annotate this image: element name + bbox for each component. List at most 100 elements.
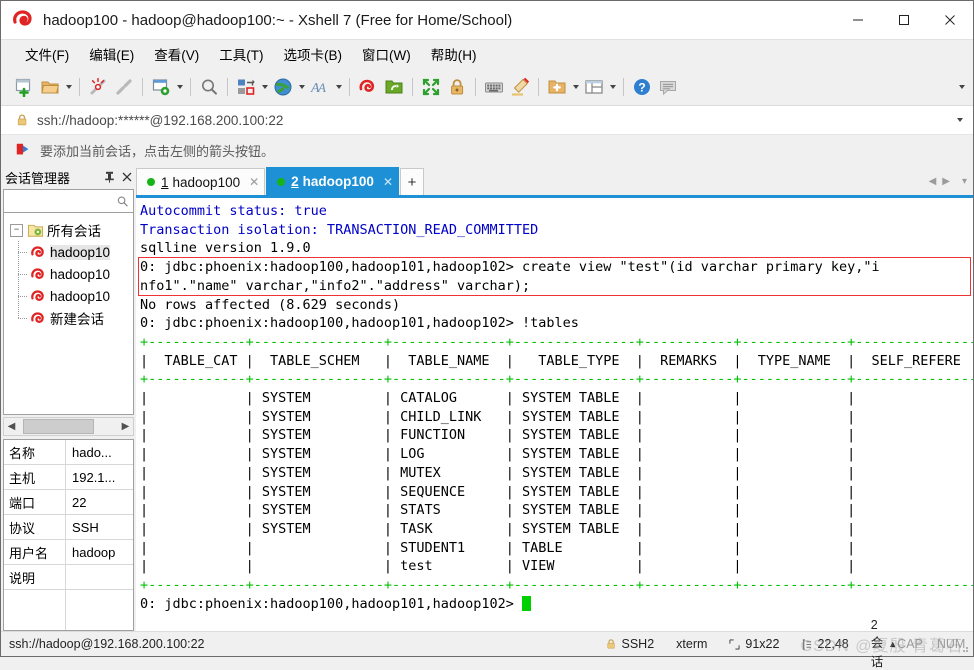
main-body: 会话管理器 − 所有会话 hadoop10 hadoop10 hadoop10 … <box>1 165 973 631</box>
menu-file[interactable]: 文件(F) <box>15 41 79 67</box>
close-button[interactable] <box>927 1 973 39</box>
xshell-session-icon <box>31 245 44 257</box>
transfer-file-caret[interactable] <box>259 75 270 99</box>
tree-branch <box>18 274 27 275</box>
new-tab-button[interactable]: + <box>400 168 424 195</box>
pin-icon[interactable] <box>100 168 118 186</box>
layout-icon[interactable] <box>581 74 607 100</box>
session-tree[interactable]: − 所有会话 hadoop10 hadoop10 hadoop10 新建会话 <box>3 213 134 415</box>
session-item-hadoop100[interactable]: hadoop10 <box>4 241 133 263</box>
xshell-icon[interactable] <box>355 74 381 100</box>
status-cursor: 22,48 <box>801 637 849 651</box>
add-folder-icon[interactable] <box>544 74 570 100</box>
tab-next-icon[interactable]: ▶ <box>942 176 950 187</box>
menu-window[interactable]: 窗口(W) <box>352 41 421 67</box>
add-folder-caret[interactable] <box>570 75 581 99</box>
tab-close-icon[interactable]: ✕ <box>383 175 393 189</box>
session-properties-icon[interactable] <box>148 74 174 100</box>
session-item-new[interactable]: 新建会话 <box>4 307 133 329</box>
xftp-icon[interactable] <box>381 74 407 100</box>
hscroll-right-button[interactable]: ▶ <box>118 418 133 435</box>
minimize-button[interactable] <box>835 1 881 39</box>
connection-status-dot <box>147 178 155 186</box>
status-protocol: SSH2 <box>621 637 655 651</box>
property-key: 用户名 <box>4 540 66 564</box>
globe-icon[interactable] <box>270 74 296 100</box>
menu-help[interactable]: 帮助(H) <box>421 41 487 67</box>
help-icon[interactable]: ? <box>629 74 655 100</box>
toolbar-overflow-caret[interactable] <box>956 75 967 99</box>
tab-2-hadoop100[interactable]: 2 hadoop100 ✕ <box>266 167 399 195</box>
title-bar: hadoop100 - hadoop@hadoop100:~ - Xshell … <box>1 1 973 40</box>
tree-line <box>18 307 19 318</box>
reconnect-icon[interactable] <box>111 74 137 100</box>
xshell-window: hadoop100 - hadoop@hadoop100:~ - Xshell … <box>0 0 974 669</box>
fullscreen-icon[interactable] <box>418 74 444 100</box>
tab-menu-icon[interactable]: ▾ <box>962 176 967 187</box>
session-item-hadoop101[interactable]: hadoop10 <box>4 263 133 285</box>
new-session-icon[interactable] <box>11 74 37 100</box>
terminal-line: | | SYSTEM | SEQUENCE | SYSTEM TABLE | |… <box>140 483 973 500</box>
toolbar-separator <box>190 78 191 96</box>
maximize-button[interactable] <box>881 1 927 39</box>
session-manager-header: 会话管理器 <box>1 165 136 189</box>
status-bar: ssh://hadoop@192.168.200.100:22 SSH2 xte… <box>1 618 973 669</box>
keyboard-icon[interactable] <box>481 74 507 100</box>
transfer-file-icon[interactable] <box>233 74 259 100</box>
session-search-box[interactable] <box>3 189 134 213</box>
property-value: hadoop <box>72 544 116 560</box>
open-folder-icon[interactable] <box>37 74 63 100</box>
toolbar-separator <box>475 78 476 96</box>
status-sessions-label: 2 会话 <box>870 618 884 669</box>
terminal-output[interactable]: Autocommit status: true Transaction isola… <box>136 198 973 631</box>
layout-caret[interactable] <box>607 75 618 99</box>
tab-close-icon[interactable]: ✕ <box>249 175 259 189</box>
tab-1-hadoop100[interactable]: 1 hadoop100 ✕ <box>136 168 266 195</box>
xshell-session-icon <box>31 289 44 301</box>
status-sessions-caret[interactable]: ▲ <box>888 639 897 649</box>
terminal-prompt: 0: jdbc:phoenix:hadoop100,hadoop101,hado… <box>140 595 523 612</box>
address-dropdown-caret[interactable] <box>954 108 965 132</box>
address-value[interactable]: ssh://hadoop:******@192.168.200.100:22 <box>37 113 283 128</box>
lock-icon[interactable] <box>444 74 470 100</box>
font-icon[interactable]: A A <box>307 74 333 100</box>
status-connection: ssh://hadoop@192.168.200.100:22 <box>9 637 205 651</box>
address-bar[interactable]: ssh://hadoop:******@192.168.200.100:22 <box>1 106 973 135</box>
status-sessions[interactable]: 2 会话 ▲ <box>871 618 897 670</box>
tab-prev-icon[interactable]: ◀ <box>929 176 937 187</box>
property-key: 协议 <box>4 515 66 539</box>
session-properties-caret[interactable] <box>174 75 185 99</box>
menu-tools[interactable]: 工具(T) <box>209 41 273 67</box>
hscroll-left-button[interactable]: ◀ <box>4 418 19 435</box>
property-key: 主机 <box>4 465 66 489</box>
terminal-line: | TABLE_CAT | TABLE_SCHEM | TABLE_NAME |… <box>140 352 973 369</box>
globe-caret[interactable] <box>296 75 307 99</box>
terminal-line: | | SYSTEM | TASK | SYSTEM TABLE | | | | <box>140 520 973 537</box>
hscroll-track[interactable] <box>19 418 118 435</box>
xshell-session-icon <box>31 311 44 323</box>
status-cursor-value: 22,48 <box>817 637 849 651</box>
property-key: 端口 <box>4 490 66 514</box>
folder-icon <box>27 224 44 237</box>
font-caret[interactable] <box>333 75 344 99</box>
terminal-line: 0: jdbc:phoenix:hadoop100,hadoop101,hado… <box>140 315 579 332</box>
tree-root-all-sessions[interactable]: − 所有会话 <box>4 219 133 241</box>
session-properties-table: 名称 hado... 主机 192.1... 端口 22 协议 SSH 用户名 <box>3 439 134 631</box>
menu-view[interactable]: 查看(V) <box>144 41 209 67</box>
open-folder-caret[interactable] <box>63 75 74 99</box>
menu-tab[interactable]: 选项卡(B) <box>274 41 353 67</box>
session-item-hadoop102[interactable]: hadoop10 <box>4 285 133 307</box>
session-tree-hscrollbar[interactable]: ◀ ▶ <box>3 417 134 436</box>
tree-expander[interactable]: − <box>10 223 23 237</box>
chat-icon[interactable] <box>655 74 681 100</box>
highlight-icon[interactable] <box>507 74 533 100</box>
close-panel-icon[interactable] <box>118 168 136 186</box>
terminal-line: | | SYSTEM | CATALOG | SYSTEM TABLE | | … <box>140 390 973 407</box>
resize-grip[interactable] <box>958 642 970 654</box>
find-icon[interactable] <box>196 74 222 100</box>
disconnect-icon[interactable] <box>85 74 111 100</box>
menu-edit[interactable]: 编辑(E) <box>79 41 144 67</box>
hscroll-thumb[interactable] <box>22 419 95 434</box>
terminal-line: | | SYSTEM | LOG | SYSTEM TABLE | | | | <box>140 446 973 463</box>
table-row: 说明 <box>4 565 133 590</box>
